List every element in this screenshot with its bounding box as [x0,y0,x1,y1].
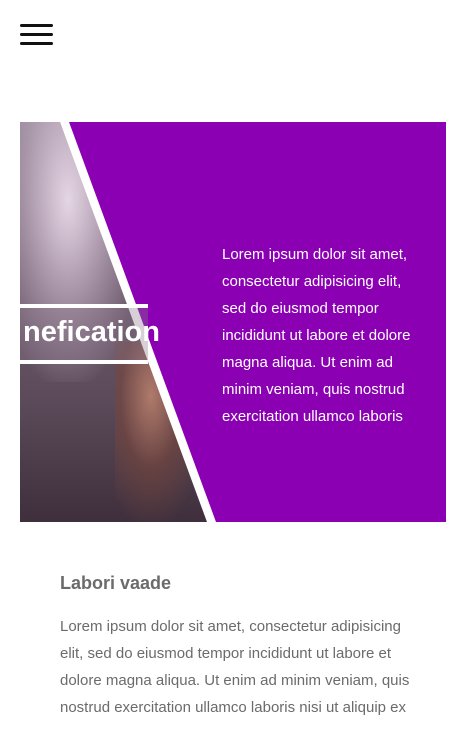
hamburger-menu-icon[interactable] [20,24,53,48]
menu-bar [20,24,53,27]
hero-banner: nefication Lorem ipsum dolor sit amet, c… [20,122,446,522]
section-title: Labori vaade [60,573,172,593]
hero-paragraph: Lorem ipsum dolor sit amet, consectetur … [222,246,411,425]
hero-label: nefication [23,316,160,348]
menu-bar [20,33,53,36]
section-body: Lorem ipsum dolor sit amet, consectetur … [60,618,410,716]
menu-bar [20,42,53,45]
photo-hand [115,342,205,522]
